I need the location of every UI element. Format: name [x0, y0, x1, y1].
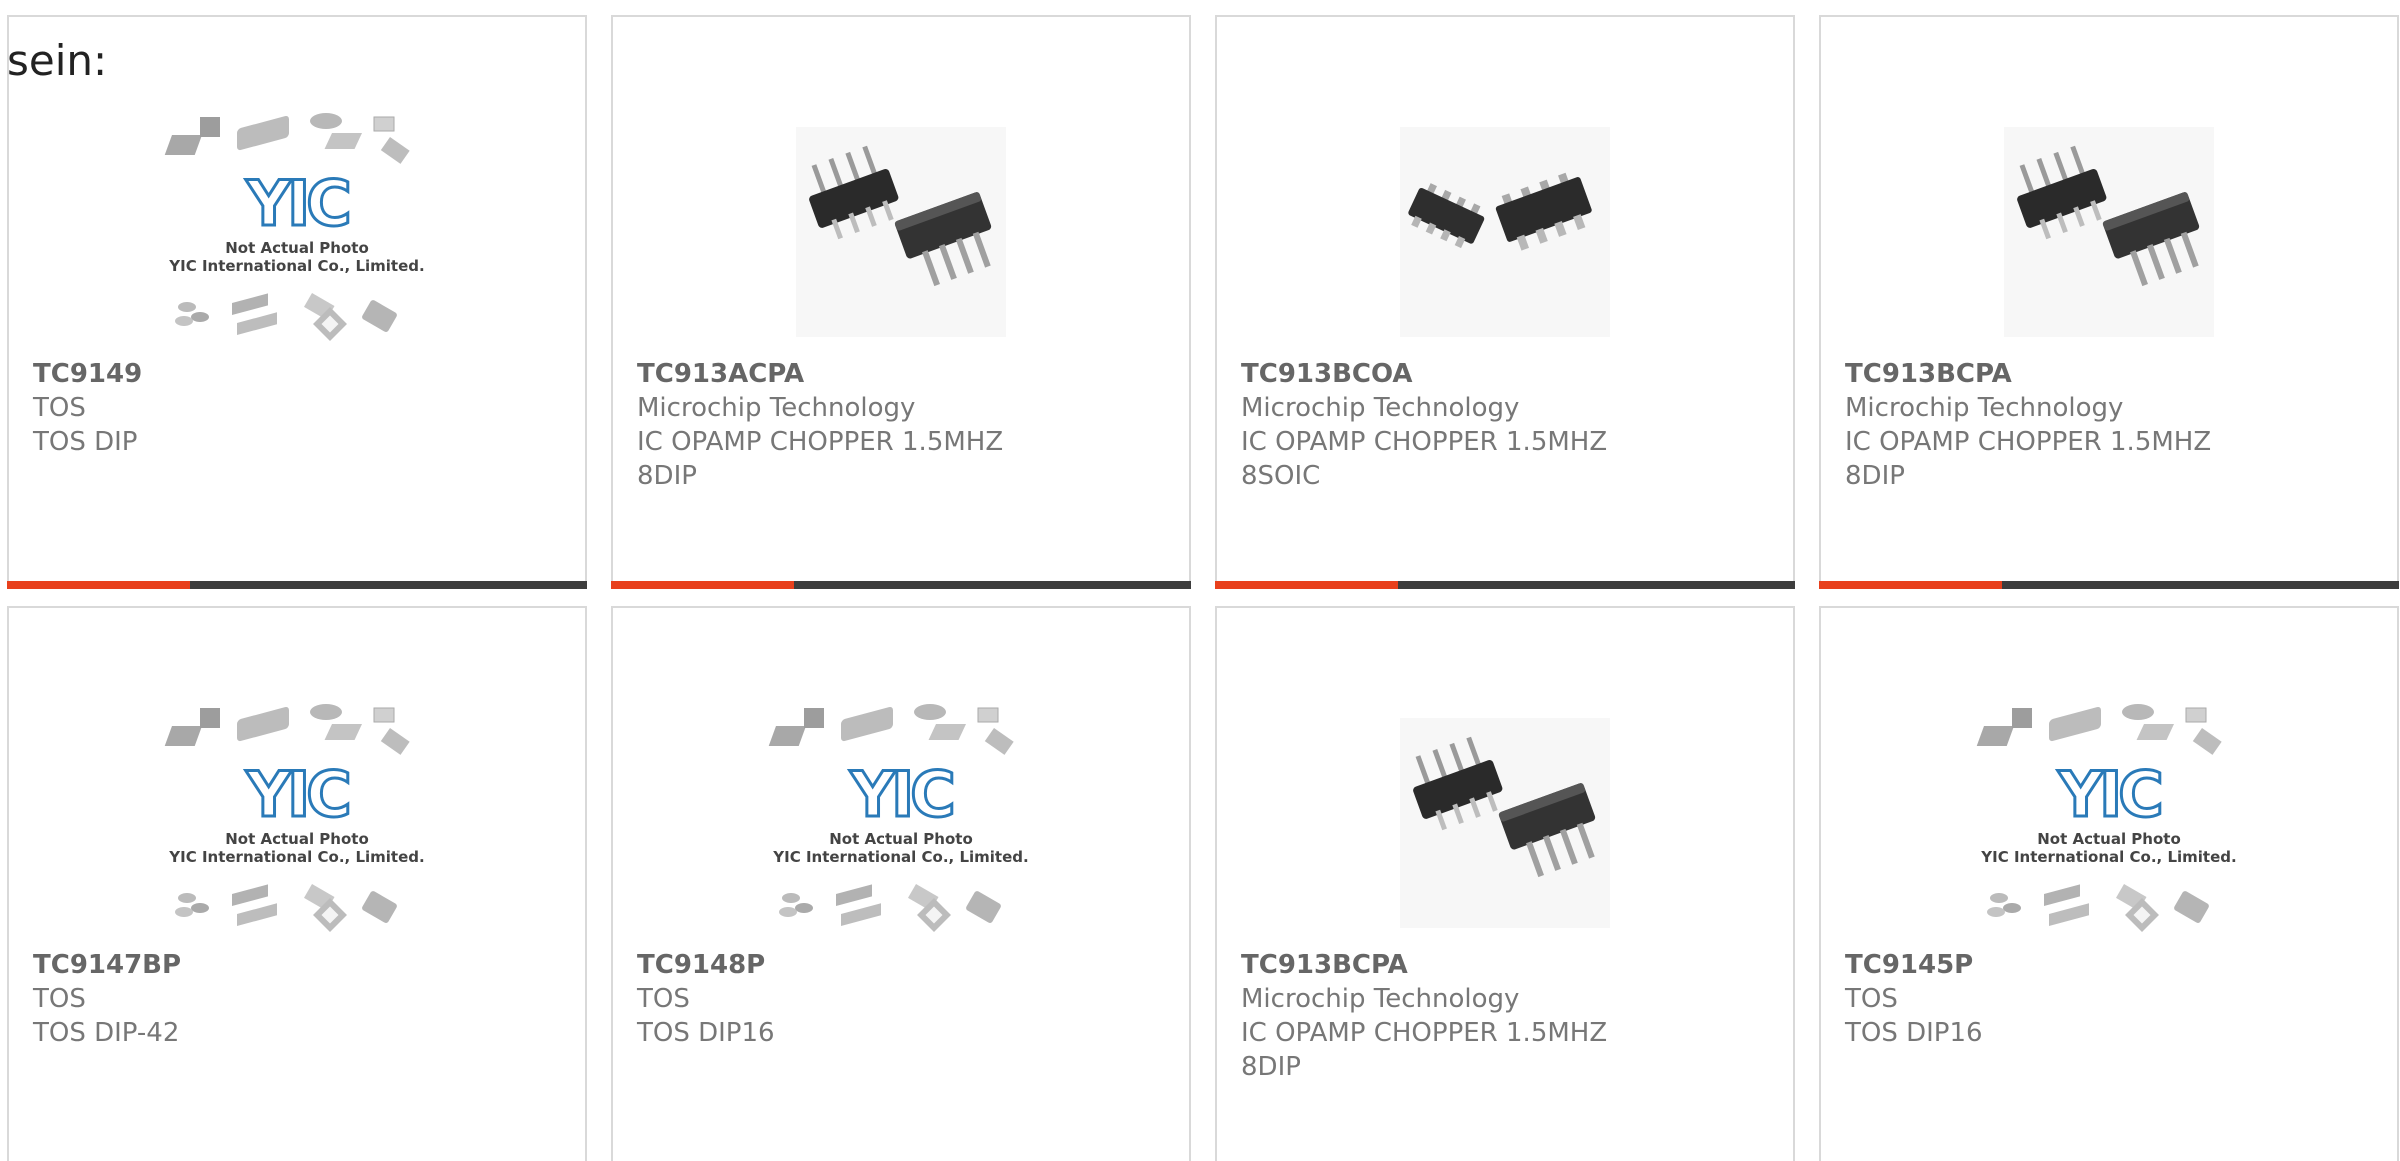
- manufacturer: Microchip Technology: [1845, 393, 2124, 423]
- manufacturer: Microchip Technology: [1241, 393, 1520, 423]
- part-number[interactable]: TC9145P: [1845, 948, 2387, 982]
- dip-chip-svg: [1400, 718, 1610, 928]
- description: TOS DIP16: [637, 1018, 775, 1048]
- placeholder-caption-2: YIC International Co., Limited.: [1980, 848, 2236, 866]
- yic-logo-text: YIC: [245, 167, 348, 240]
- card-accent-bar: [611, 581, 794, 589]
- placeholder-image-svg: YICNot Actual PhotoYIC International Co.…: [1976, 704, 2237, 932]
- part-number[interactable]: TC913BCOA: [1241, 357, 1783, 391]
- part-number[interactable]: TC9147BP: [33, 948, 575, 982]
- part-number[interactable]: TC913BCPA: [1241, 948, 1783, 982]
- product-card[interactable]: YIC Not Actual Photo YIC International Co.…: [7, 15, 587, 589]
- part-number[interactable]: TC913ACPA: [637, 357, 1179, 391]
- product-image[interactable]: [1217, 97, 1793, 367]
- manufacturer: TOS: [1845, 984, 1898, 1014]
- manufacturer: Microchip Technology: [1241, 984, 1520, 1014]
- yic-logo-text: YIC: [245, 758, 348, 831]
- placeholder-image-svg: YICNot Actual PhotoYIC International Co.…: [164, 704, 425, 932]
- placeholder-caption-2: YIC International Co., Limited.: [772, 848, 1028, 866]
- description: TOS DIP16: [1845, 1018, 1983, 1048]
- package: 8SOIC: [1241, 461, 1321, 491]
- product-image[interactable]: YIC Not Actual Photo YIC International Co.…: [613, 688, 1189, 958]
- soic-chip-svg: [1400, 127, 1610, 337]
- placeholder-image-svg: YICNot Actual PhotoYIC International Co.…: [164, 113, 425, 341]
- package: 8DIP: [1845, 461, 1905, 491]
- product-image[interactable]: [613, 97, 1189, 367]
- card-bottom-bar: [1215, 581, 1795, 589]
- product-image[interactable]: YIC Not Actual Photo YIC International Co.…: [9, 688, 585, 958]
- product-info: TC9149 TOS TOS DIP: [33, 357, 575, 459]
- product-card[interactable]: YIC Not Actual Photo YIC International Co.…: [611, 606, 1191, 1161]
- description: IC OPAMP CHOPPER 1.5MHZ: [637, 427, 1004, 457]
- placeholder-image-svg: YICNot Actual PhotoYIC International Co.…: [768, 704, 1029, 932]
- product-card[interactable]: TC913ACPA Microchip Technology IC OPAMP CH…: [611, 15, 1191, 589]
- yic-logo-text: YIC: [2057, 758, 2160, 831]
- description: TOS DIP-42: [33, 1018, 180, 1048]
- product-info: TC913BCPA Microchip Technology IC OPAMP CH…: [1845, 357, 2387, 493]
- product-card[interactable]: TC913BCPA Microchip Technology IC OPAMP CH…: [1819, 15, 2399, 589]
- product-info: TC913BCOA Microchip Technology IC OPAMP CH…: [1241, 357, 1783, 493]
- product-info: TC913BCPA Microchip Technology IC OPAMP CH…: [1241, 948, 1783, 1084]
- product-image[interactable]: [1821, 97, 2397, 367]
- description: IC OPAMP CHOPPER 1.5MHZ: [1241, 1018, 1608, 1048]
- part-number[interactable]: TC9148P: [637, 948, 1179, 982]
- product-info: TC913ACPA Microchip Technology IC OPAMP CH…: [637, 357, 1179, 493]
- description: IC OPAMP CHOPPER 1.5MHZ: [1241, 427, 1608, 457]
- placeholder-caption-2: YIC International Co., Limited.: [168, 257, 424, 275]
- card-bottom-bar: [611, 581, 1191, 589]
- product-card[interactable]: TC913BCPA Microchip Technology IC OPAMP CH…: [1215, 606, 1795, 1161]
- product-card[interactable]: YIC Not Actual Photo YIC International Co.…: [1819, 606, 2399, 1161]
- placeholder-caption-1: Not Actual Photo: [829, 830, 973, 848]
- description: IC OPAMP CHOPPER 1.5MHZ: [1845, 427, 2212, 457]
- placeholder-caption-1: Not Actual Photo: [225, 239, 369, 257]
- yic-logo-text: YIC: [849, 758, 952, 831]
- card-accent-bar: [7, 581, 190, 589]
- product-info: TC9145P TOS TOS DIP16: [1845, 948, 2387, 1050]
- card-accent-bar: [1819, 581, 2002, 589]
- package: 8DIP: [1241, 1052, 1301, 1082]
- part-number[interactable]: TC9149: [33, 357, 575, 391]
- placeholder-caption-1: Not Actual Photo: [225, 830, 369, 848]
- manufacturer: TOS: [33, 984, 86, 1014]
- product-image[interactable]: YIC Not Actual Photo YIC International Co.…: [1821, 688, 2397, 958]
- manufacturer: TOS: [33, 393, 86, 423]
- product-grid-page: sein: YIC Not Actual Photo YIC Internation…: [0, 0, 2400, 1161]
- product-info: TC9148P TOS TOS DIP16: [637, 948, 1179, 1050]
- intro-text: sein:: [7, 36, 108, 85]
- placeholder-caption-2: YIC International Co., Limited.: [168, 848, 424, 866]
- placeholder-caption-1: Not Actual Photo: [2037, 830, 2181, 848]
- product-card[interactable]: YIC Not Actual Photo YIC International Co.…: [7, 606, 587, 1161]
- dip-chip-svg: [796, 127, 1006, 337]
- manufacturer: Microchip Technology: [637, 393, 916, 423]
- package: 8DIP: [637, 461, 697, 491]
- dip-chip-svg: [2004, 127, 2214, 337]
- card-accent-bar: [1215, 581, 1398, 589]
- description: TOS DIP: [33, 427, 138, 457]
- product-image[interactable]: YIC Not Actual Photo YIC International Co.…: [9, 97, 585, 367]
- product-card[interactable]: TC913BCOA Microchip Technology IC OPAMP CH…: [1215, 15, 1795, 589]
- product-image[interactable]: [1217, 688, 1793, 958]
- product-info: TC9147BP TOS TOS DIP-42: [33, 948, 575, 1050]
- card-bottom-bar: [1819, 581, 2399, 589]
- part-number[interactable]: TC913BCPA: [1845, 357, 2387, 391]
- manufacturer: TOS: [637, 984, 690, 1014]
- card-bottom-bar: [7, 581, 587, 589]
